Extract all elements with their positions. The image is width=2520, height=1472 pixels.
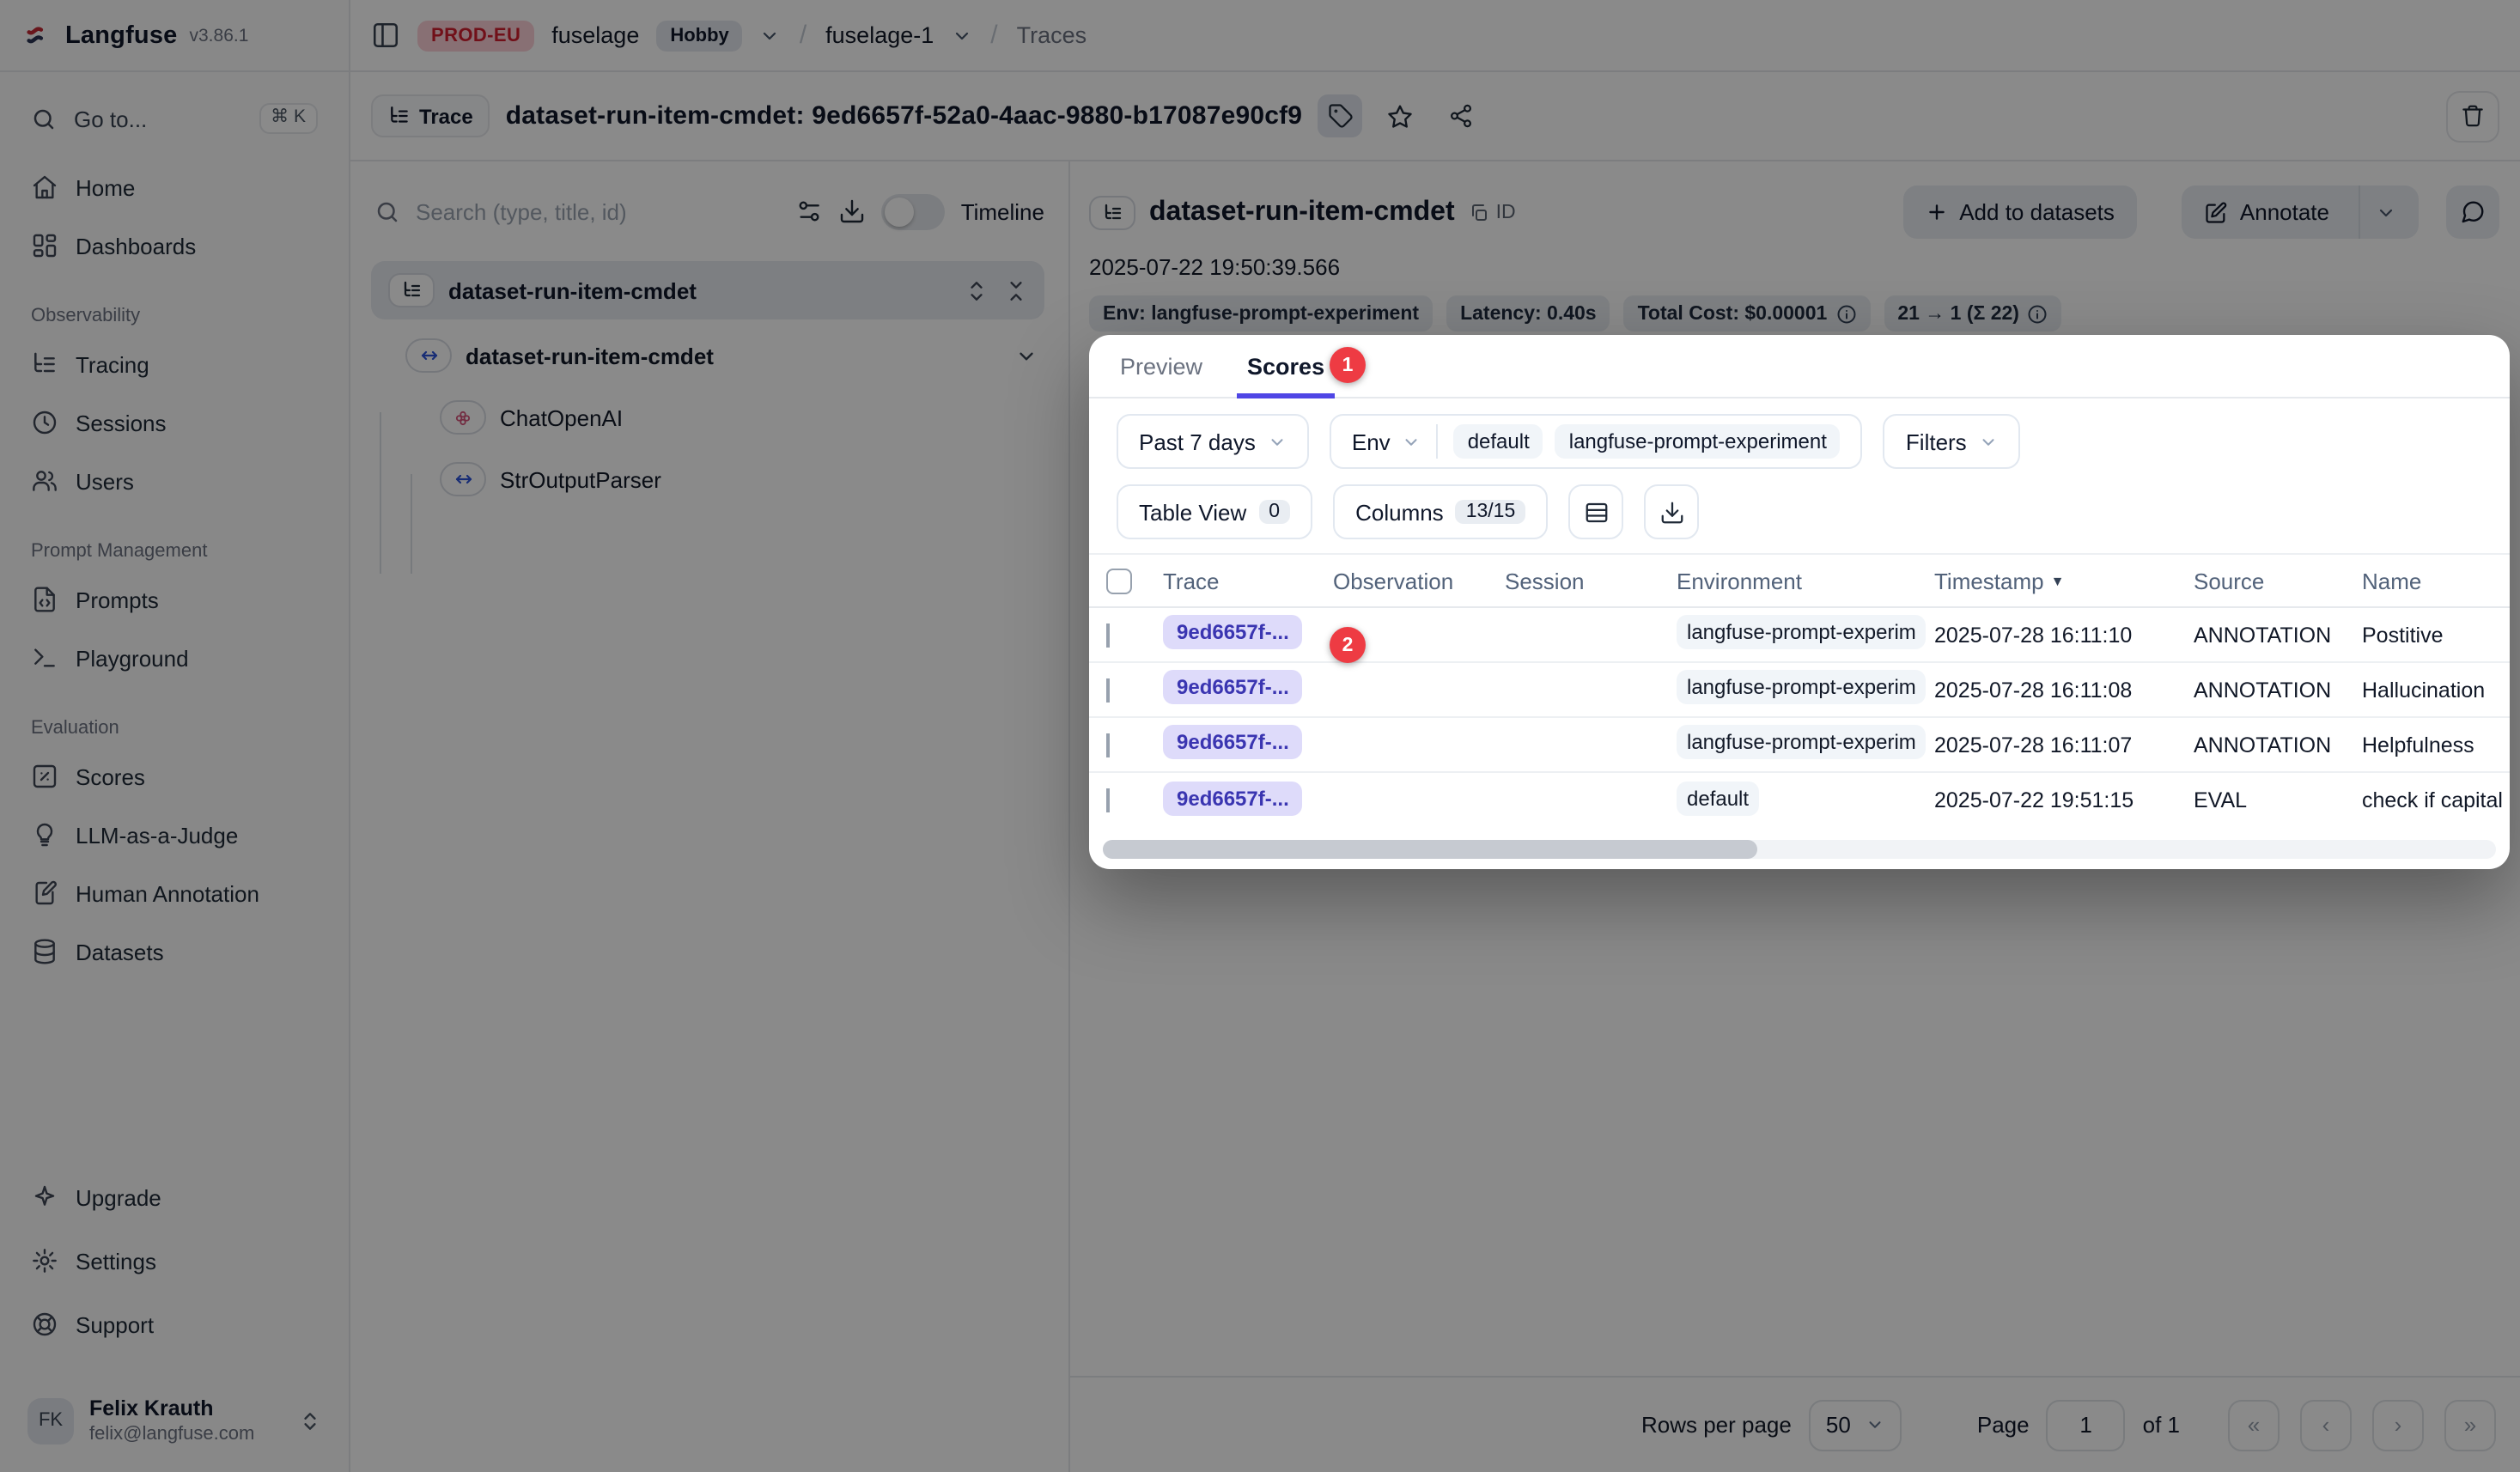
table-view-count: 0 bbox=[1258, 500, 1290, 524]
column-header-timestamp[interactable]: Timestamp ▼ bbox=[1934, 568, 2194, 593]
env-filter-value: langfuse-prompt-experiment bbox=[1555, 424, 1841, 459]
column-header-name[interactable]: Name bbox=[2362, 568, 2510, 593]
name-cell: Helpfulness bbox=[2362, 733, 2510, 757]
trace-id-pill[interactable]: 9ed6657f-... bbox=[1163, 615, 1303, 649]
row-height-button[interactable] bbox=[1568, 484, 1623, 539]
select-all-checkbox[interactable] bbox=[1106, 568, 1132, 593]
environment-pill: langfuse-prompt-experim bbox=[1677, 615, 1927, 649]
date-range-label: Past 7 days bbox=[1139, 429, 1256, 454]
source-cell: EVAL bbox=[2194, 788, 2362, 812]
timestamp-cell: 2025-07-28 16:11:08 bbox=[1934, 678, 2194, 702]
divider bbox=[1437, 424, 1439, 459]
columns-label: Columns bbox=[1355, 499, 1444, 525]
rows-density-icon bbox=[1583, 499, 1609, 525]
scores-tab-card: Preview Scores 1 2 Past 7 days Env defau… bbox=[1089, 335, 2510, 869]
timestamp-cell: 2025-07-28 16:11:07 bbox=[1934, 733, 2194, 757]
env-filter-label: Env bbox=[1352, 429, 1391, 454]
column-header-session[interactable]: Session bbox=[1505, 568, 1677, 593]
date-range-filter[interactable]: Past 7 days bbox=[1117, 414, 1309, 469]
env-filter[interactable]: Env default langfuse-prompt-experiment bbox=[1330, 414, 1863, 469]
columns-count: 13/15 bbox=[1456, 500, 1526, 524]
trace-id-pill[interactable]: 9ed6657f-... bbox=[1163, 670, 1303, 704]
walkthrough-step-badge-2: 2 bbox=[1330, 627, 1366, 663]
column-header-trace[interactable]: Trace bbox=[1163, 568, 1333, 593]
source-cell: ANNOTATION bbox=[2194, 623, 2362, 647]
tab-bar: Preview Scores bbox=[1089, 335, 2510, 398]
tab-scores[interactable]: Scores bbox=[1247, 354, 1324, 397]
scrollbar-thumb[interactable] bbox=[1103, 840, 1757, 859]
environment-pill: langfuse-prompt-experim bbox=[1677, 725, 1927, 759]
row-checkbox[interactable] bbox=[1106, 733, 1110, 757]
table-row[interactable]: 9ed6657f-... langfuse-prompt-experim 202… bbox=[1089, 608, 2510, 663]
timestamp-header-label: Timestamp bbox=[1934, 568, 2044, 593]
chevron-down-icon bbox=[1979, 432, 1998, 451]
name-cell: Hallucination bbox=[2362, 678, 2510, 702]
row-checkbox[interactable] bbox=[1106, 788, 1110, 812]
row-checkbox[interactable] bbox=[1106, 678, 1110, 702]
source-cell: ANNOTATION bbox=[2194, 733, 2362, 757]
table-row[interactable]: 9ed6657f-... default 2025-07-22 19:51:15… bbox=[1089, 773, 2510, 828]
table-view-button[interactable]: Table View 0 bbox=[1117, 484, 1312, 539]
name-cell: Postitive bbox=[2362, 623, 2510, 647]
tab-preview[interactable]: Preview bbox=[1120, 354, 1202, 397]
app-window: Langfuse v3.86.1 Go to... ⌘ K Home Dashb… bbox=[0, 0, 2520, 1472]
table-row[interactable]: 9ed6657f-... langfuse-prompt-experim 202… bbox=[1089, 718, 2510, 773]
table-view-label: Table View bbox=[1139, 499, 1246, 525]
timestamp-cell: 2025-07-22 19:51:15 bbox=[1934, 788, 2194, 812]
environment-pill: default bbox=[1677, 781, 1759, 815]
download-icon bbox=[1659, 499, 1684, 525]
trace-id-pill[interactable]: 9ed6657f-... bbox=[1163, 725, 1303, 759]
source-cell: ANNOTATION bbox=[2194, 678, 2362, 702]
trace-id-pill[interactable]: 9ed6657f-... bbox=[1163, 781, 1303, 815]
timestamp-cell: 2025-07-28 16:11:10 bbox=[1934, 623, 2194, 647]
sort-desc-icon: ▼ bbox=[2051, 573, 2065, 588]
filters-row: Past 7 days Env default langfuse-prompt-… bbox=[1089, 398, 2510, 469]
table-row[interactable]: 9ed6657f-... langfuse-prompt-experim 202… bbox=[1089, 663, 2510, 718]
env-filter-value: default bbox=[1454, 424, 1543, 459]
table-toolbar: Table View 0 Columns 13/15 bbox=[1089, 469, 2510, 553]
columns-button[interactable]: Columns 13/15 bbox=[1333, 484, 1548, 539]
horizontal-scrollbar[interactable] bbox=[1103, 840, 2496, 859]
chevron-down-icon bbox=[1268, 432, 1287, 451]
filters-button-label: Filters bbox=[1906, 429, 1967, 454]
chevron-down-icon bbox=[1403, 432, 1421, 451]
scores-table-header: Trace Observation Session Environment Ti… bbox=[1089, 553, 2510, 608]
export-button[interactable] bbox=[1644, 484, 1699, 539]
column-header-observation[interactable]: Observation bbox=[1333, 568, 1505, 593]
column-header-source[interactable]: Source bbox=[2194, 568, 2362, 593]
filters-button[interactable]: Filters bbox=[1884, 414, 2020, 469]
environment-pill: langfuse-prompt-experim bbox=[1677, 670, 1927, 704]
row-checkbox[interactable] bbox=[1106, 623, 1110, 647]
walkthrough-step-badge-1: 1 bbox=[1330, 347, 1366, 383]
name-cell: check if capital bbox=[2362, 788, 2510, 812]
column-header-environment[interactable]: Environment bbox=[1677, 568, 1934, 593]
